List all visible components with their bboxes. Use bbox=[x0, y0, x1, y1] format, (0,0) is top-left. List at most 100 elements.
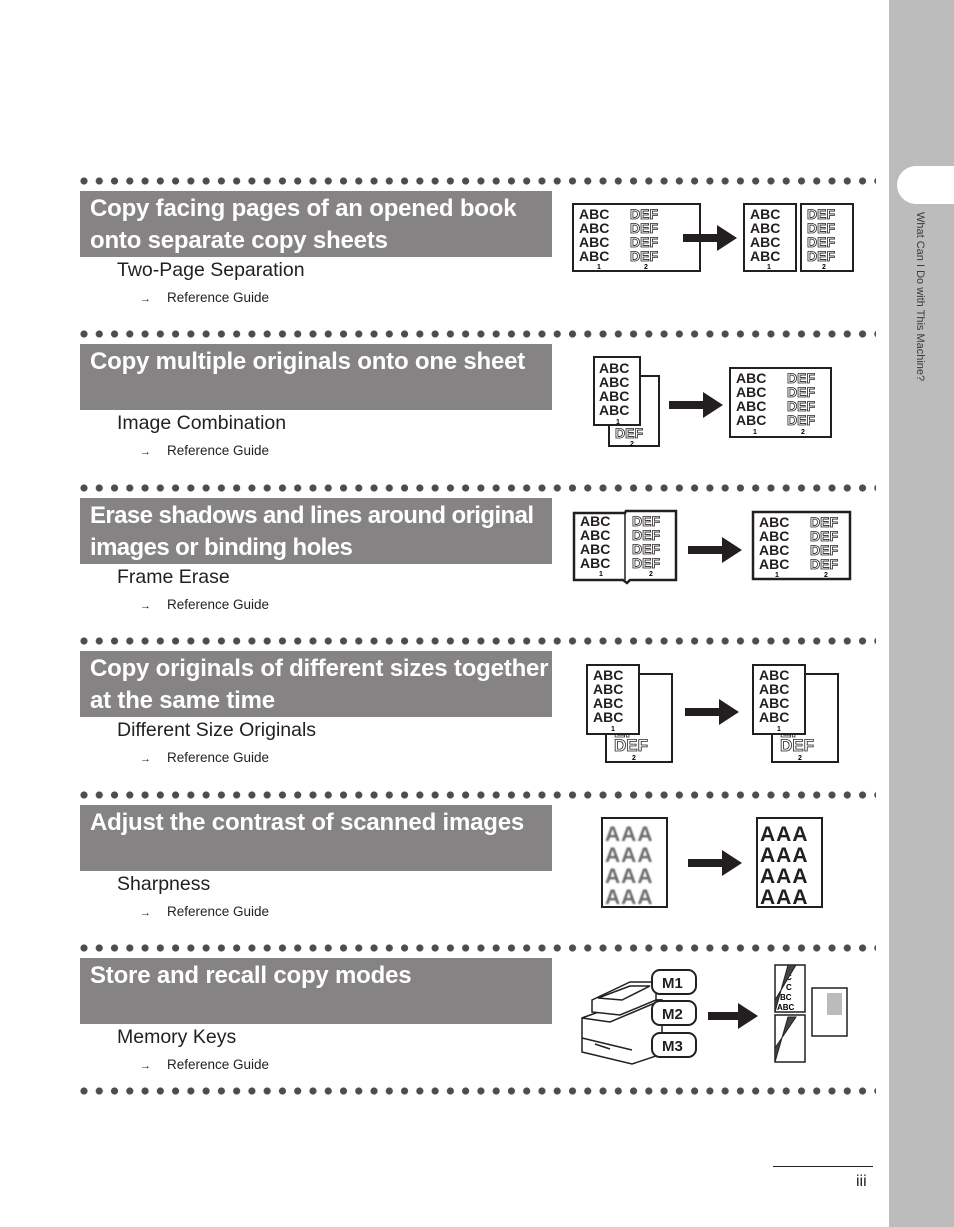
arrow-right-icon: → bbox=[140, 753, 151, 765]
page-number-2: 2 bbox=[822, 264, 826, 271]
arrow-icon bbox=[685, 699, 739, 725]
section-title: Copy multiple originals onto one sheet bbox=[90, 348, 526, 375]
section-title-bar: Store and recall copy modes bbox=[80, 958, 552, 1024]
def-text: DEF bbox=[614, 736, 648, 755]
abc-text: ABC bbox=[736, 412, 766, 428]
copier-machine-icon bbox=[581, 981, 663, 1065]
abc-text: ABC bbox=[593, 709, 623, 725]
page-number-2: 2 bbox=[630, 441, 634, 448]
dotted-separator bbox=[80, 791, 876, 799]
section-title-bar: Copy multiple originals onto one sheet bbox=[80, 344, 552, 410]
abc-text: ABC bbox=[579, 248, 609, 264]
reference-link[interactable]: → Reference Guide bbox=[140, 904, 269, 919]
reference-link[interactable]: → Reference Guide bbox=[140, 1057, 269, 1072]
abc-text: ABC bbox=[759, 709, 789, 725]
def-text: DEF bbox=[632, 555, 660, 571]
feature-name: Different Size Originals bbox=[117, 719, 317, 741]
page-number-2: 2 bbox=[801, 429, 805, 436]
arrow-icon bbox=[688, 850, 742, 876]
reference-link[interactable]: → Reference Guide bbox=[140, 443, 269, 458]
page-number-1: 1 bbox=[777, 726, 781, 733]
image-combination-illustration: DEF 2 ABC ABC ABC ABC 1 ABC ABC ABC ABC … bbox=[593, 356, 832, 448]
page-number-1: 1 bbox=[597, 264, 601, 271]
aaa-text: AAA bbox=[605, 844, 654, 867]
footer-rule bbox=[773, 1166, 873, 1167]
memory-key-label: M1 bbox=[662, 975, 683, 992]
page-number-2: 2 bbox=[649, 571, 653, 578]
svg-text:BC: BC bbox=[780, 993, 792, 1002]
abc-text: ABC bbox=[759, 556, 789, 572]
def-text: DEF bbox=[787, 412, 815, 428]
arrow-right-icon: → bbox=[140, 1060, 151, 1072]
svg-text:ABC: ABC bbox=[777, 1003, 795, 1012]
page-number-1: 1 bbox=[616, 419, 620, 426]
def-text: DEF bbox=[615, 425, 643, 441]
reference-label: Reference Guide bbox=[167, 443, 270, 458]
reference-link[interactable]: → Reference Guide bbox=[140, 750, 269, 765]
memory-keys-illustration: M1 M2 M3 C C BC ABC bbox=[581, 964, 848, 1065]
page-number-1: 1 bbox=[775, 572, 779, 579]
section-title: Store and recall copy modes bbox=[90, 962, 412, 989]
dotted-separator bbox=[80, 484, 876, 492]
arrow-right-icon: → bbox=[140, 907, 151, 919]
arrow-icon bbox=[688, 537, 742, 563]
page-number: iii bbox=[856, 1173, 867, 1190]
side-tab-notch bbox=[897, 166, 954, 204]
aaa-text: AAA bbox=[605, 823, 654, 846]
side-tab bbox=[889, 0, 954, 1227]
abc-text: ABC bbox=[580, 555, 610, 571]
page-number-2: 2 bbox=[632, 755, 636, 762]
def-text: DEF bbox=[780, 736, 814, 755]
reference-link[interactable]: → Reference Guide bbox=[140, 290, 269, 305]
aaa-text: AAA bbox=[605, 865, 654, 888]
def-text: DEF bbox=[630, 248, 658, 264]
def-text: DEF bbox=[807, 248, 835, 264]
different-size-originals-illustration: EFEFEF DEF 2 ABC ABC ABC ABC 1 EFEFEF DE… bbox=[586, 664, 839, 763]
reference-label: Reference Guide bbox=[167, 290, 270, 305]
section-title: Adjust the contrast of scanned images bbox=[90, 809, 525, 836]
arrow-right-icon: → bbox=[140, 446, 151, 458]
aaa-text: AAA bbox=[605, 886, 654, 909]
reference-label: Reference Guide bbox=[167, 750, 270, 765]
dotted-separator bbox=[80, 177, 876, 185]
sharpness-illustration: AAA AAA AAA AAA AAA AAA AAA AAA bbox=[601, 817, 823, 909]
arrow-icon bbox=[708, 1003, 758, 1029]
section-title-bar: Erase shadows and lines around original … bbox=[80, 498, 552, 564]
section-title: Copy originals of different sizes togeth… bbox=[90, 655, 549, 714]
def-text: DEF bbox=[810, 556, 838, 572]
aaa-text: AAA bbox=[760, 844, 809, 867]
page-number-1: 1 bbox=[767, 264, 771, 271]
svg-text:C: C bbox=[786, 983, 792, 992]
page-number-2: 2 bbox=[824, 572, 828, 579]
section-title-bar: Copy originals of different sizes togeth… bbox=[80, 651, 552, 717]
page-number-1: 1 bbox=[753, 429, 757, 436]
dotted-separator bbox=[80, 330, 876, 338]
abc-text: ABC bbox=[750, 248, 780, 264]
page-number-1: 1 bbox=[611, 726, 615, 733]
reference-label: Reference Guide bbox=[167, 904, 270, 919]
page-number-2: 2 bbox=[644, 264, 648, 271]
section-title: Copy facing pages of an opened book onto… bbox=[90, 195, 517, 254]
arrow-right-icon: → bbox=[140, 293, 151, 305]
abc-text: ABC bbox=[599, 402, 629, 418]
two-page-separation-illustration: ABC ABC ABC ABC DEF DEF DEF DEF 1 2 ABC … bbox=[572, 203, 854, 272]
arrow-icon bbox=[669, 392, 723, 418]
side-tab-label: What Can I Do with This Machine? bbox=[914, 212, 926, 382]
folded-copy-icon: C C BC ABC bbox=[774, 964, 848, 1063]
memory-key-label: M3 bbox=[662, 1038, 683, 1055]
arrow-right-icon: → bbox=[140, 600, 151, 612]
dotted-separator bbox=[80, 637, 876, 645]
reference-label: Reference Guide bbox=[167, 1057, 270, 1072]
aaa-text: AAA bbox=[760, 886, 809, 909]
feature-name: Sharpness bbox=[117, 873, 211, 895]
section-title: Erase shadows and lines around original … bbox=[90, 502, 534, 561]
aaa-text: AAA bbox=[760, 865, 809, 888]
feature-name: Two-Page Separation bbox=[117, 259, 305, 281]
reference-link[interactable]: → Reference Guide bbox=[140, 597, 269, 612]
frame-erase-illustration: ABC ABC ABC ABC DEF DEF DEF DEF 1 2 ABC … bbox=[572, 509, 852, 585]
memory-key-label: M2 bbox=[662, 1006, 683, 1023]
reference-label: Reference Guide bbox=[167, 597, 270, 612]
page-number-2: 2 bbox=[798, 755, 802, 762]
feature-name: Image Combination bbox=[117, 412, 287, 434]
dotted-separator bbox=[80, 944, 876, 952]
